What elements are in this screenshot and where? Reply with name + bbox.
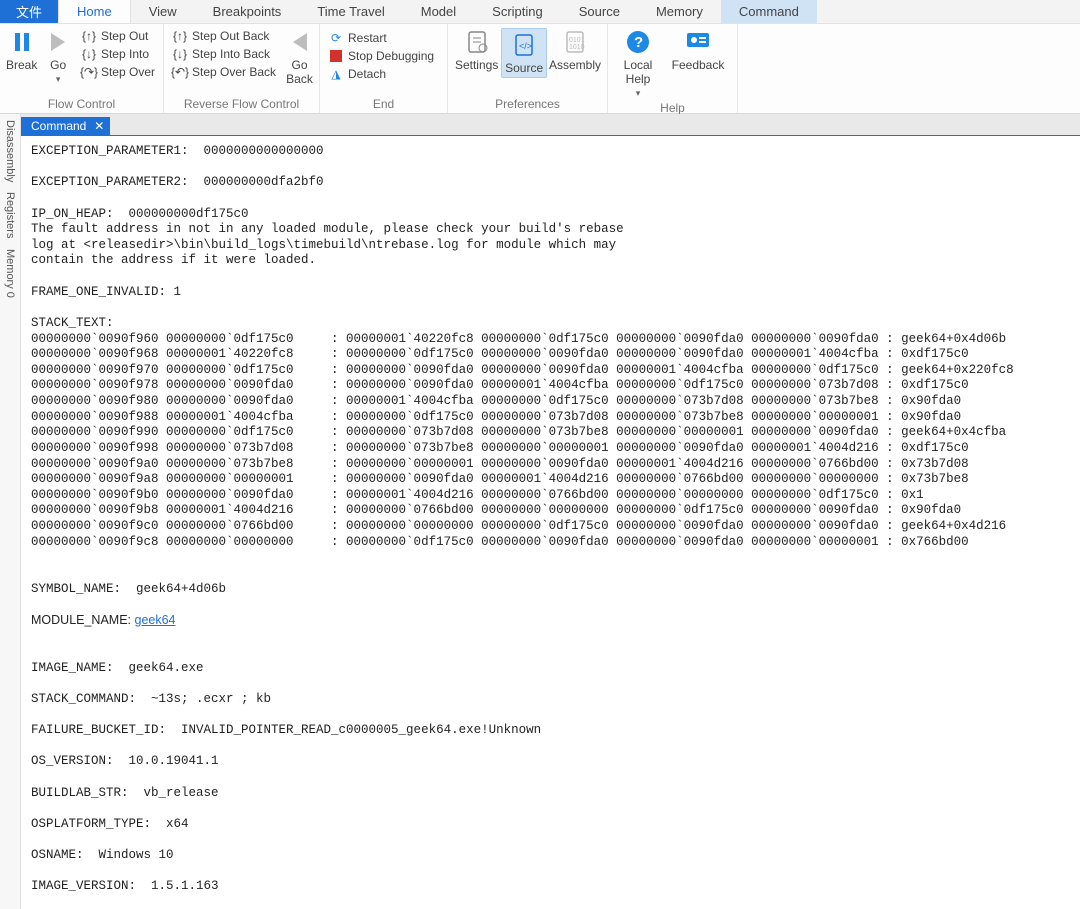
tab-scripting[interactable]: Scripting [474,0,561,23]
assembly-icon: 01011010 [563,28,587,56]
svg-text:</>: </> [519,41,532,51]
feedback-icon [685,28,711,56]
group-label-reverse: Reverse Flow Control [170,95,313,111]
sidebar-registers[interactable]: Registers [4,190,16,240]
ribbon: Break Go {↑}Step Out {↓}Step Into {↷}Ste… [0,24,1080,114]
tab-home[interactable]: Home [58,0,131,23]
group-reverse-flow: {↑}Step Out Back {↓}Step Into Back {↶}St… [164,24,320,113]
stop-debugging-button[interactable]: Stop Debugging [326,48,436,64]
left-sidebar: Disassembly Registers Memory 0 [0,114,21,909]
group-label-prefs: Preferences [454,95,601,111]
panel-tabbar: Command ✕ [21,114,1080,136]
group-flow-control: Break Go {↑}Step Out {↓}Step Into {↷}Ste… [0,24,164,113]
feedback-button[interactable]: Feedback [668,28,728,72]
step-out-button[interactable]: {↑}Step Out [79,28,157,44]
detach-icon: ◮ [328,67,344,81]
go-button[interactable]: Go [45,28,71,85]
tab-model[interactable]: Model [403,0,474,23]
command-output[interactable]: EXCEPTION_PARAMETER1: 0000000000000000 E… [21,136,1080,909]
restart-icon: ⟳ [328,31,344,45]
module-name-link[interactable]: geek64 [135,613,176,627]
source-icon: </> [512,31,536,59]
pause-icon [12,28,32,56]
local-help-button[interactable]: ? Local Help [614,28,662,99]
svg-text:?: ? [634,34,643,51]
step-over-back-icon: {↶} [172,65,188,79]
sidebar-disassembly[interactable]: Disassembly [4,118,16,184]
group-label-end: End [326,95,441,111]
tab-file[interactable]: 文件 [0,0,58,23]
close-icon[interactable]: ✕ [94,119,104,133]
step-into-back-button[interactable]: {↓}Step Into Back [170,46,278,62]
step-out-back-button[interactable]: {↑}Step Out Back [170,28,278,44]
stop-icon [328,50,344,62]
break-label: Break [6,58,37,72]
help-icon: ? [625,28,651,56]
step-into-back-icon: {↓} [172,47,188,61]
group-help: ? Local Help Feedback Help [608,24,738,113]
source-pref-button[interactable]: </> Source [501,28,547,78]
assembly-pref-button[interactable]: 01011010 Assembly [549,28,601,72]
play-icon [49,28,67,56]
group-label-help: Help [614,99,731,115]
settings-icon [465,28,489,56]
restart-button[interactable]: ⟳Restart [326,30,436,46]
go-label: Go [50,58,66,72]
group-end: ⟳Restart Stop Debugging ◮Detach End [320,24,448,113]
step-over-back-button[interactable]: {↶}Step Over Back [170,64,278,80]
go-back-button[interactable]: Go Back [286,28,313,86]
step-over-button[interactable]: {↷}Step Over [79,64,157,80]
play-reverse-icon [291,28,309,56]
step-out-back-icon: {↑} [172,29,188,43]
tab-memory[interactable]: Memory [638,0,721,23]
step-over-icon: {↷} [81,65,97,79]
svg-text:0101: 0101 [569,37,585,44]
detach-button[interactable]: ◮Detach [326,66,436,82]
step-into-button[interactable]: {↓}Step Into [79,46,157,62]
break-button[interactable]: Break [6,28,37,72]
panel-tab-command[interactable]: Command ✕ [21,117,110,135]
tab-time-travel[interactable]: Time Travel [299,0,402,23]
svg-text:1010: 1010 [569,44,585,51]
group-preferences: Settings </> Source 01011010 Assembly Pr… [448,24,608,113]
tab-command[interactable]: Command [721,0,817,23]
settings-button[interactable]: Settings [454,28,499,72]
step-out-icon: {↑} [81,29,97,43]
tab-view[interactable]: View [131,0,195,23]
step-into-icon: {↓} [81,47,97,61]
tab-breakpoints[interactable]: Breakpoints [195,0,300,23]
sidebar-memory-0[interactable]: Memory 0 [4,247,16,300]
tab-source[interactable]: Source [561,0,638,23]
go-back-label: Go Back [286,58,313,86]
ribbon-tabbar: 文件 Home View Breakpoints Time Travel Mod… [0,0,1080,24]
group-label-flow: Flow Control [6,95,157,111]
